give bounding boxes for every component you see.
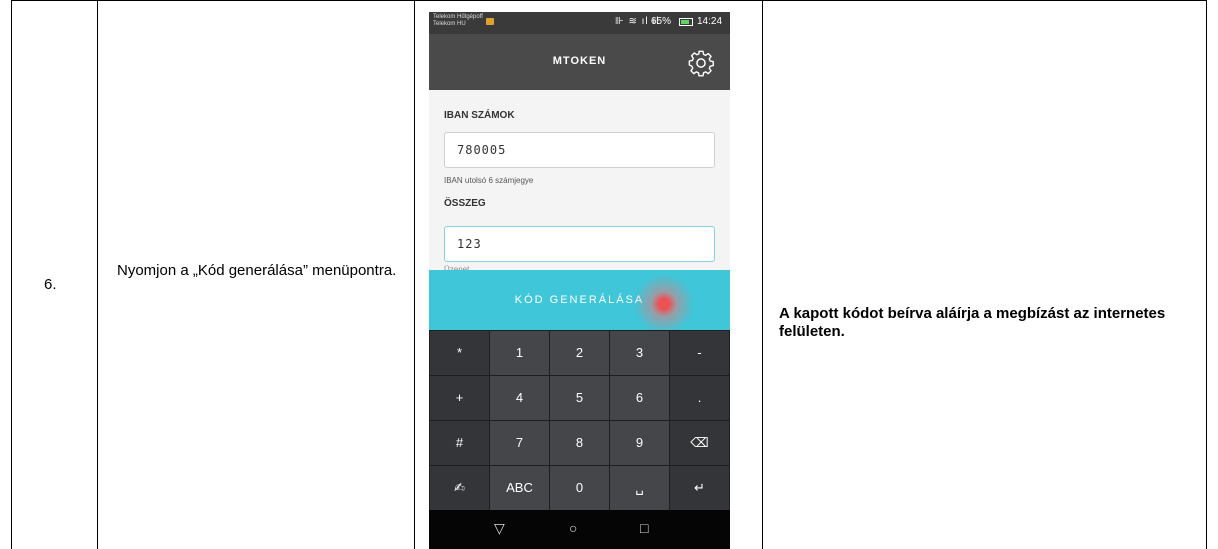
iban-hint: IBAN utolsó 6 számjegye	[444, 176, 534, 185]
app-title: MTOKEN	[552, 55, 607, 67]
table-border-col1	[97, 0, 98, 549]
key-1-4[interactable]: .	[670, 376, 729, 420]
iban-label: IBAN SZÁMOK	[444, 110, 515, 121]
key-3-2[interactable]: 0	[550, 466, 609, 510]
recents-icon[interactable]: □	[640, 520, 648, 536]
amount-label: ÖSSZEG	[444, 198, 486, 209]
key-0-0[interactable]: *	[430, 331, 489, 375]
carrier-name: Telekom Hűtgépoff Telekom HU	[433, 14, 483, 27]
status-time: 14:24	[697, 16, 723, 27]
phone-screenshot: Telekom Hűtgépoff Telekom HU ⊪ ≋ ıl ıl 6…	[429, 12, 730, 549]
amount-input[interactable]: 123	[444, 226, 715, 262]
back-icon[interactable]: ▽	[494, 520, 505, 537]
table-border-left	[11, 0, 12, 549]
iban-input[interactable]: 780005	[444, 132, 715, 168]
app-bar: MTOKEN	[429, 34, 730, 90]
key-1-1[interactable]: 4	[490, 376, 549, 420]
table-border-col3	[762, 0, 763, 549]
battery-percent: 65%	[651, 16, 672, 27]
table-border-col2	[414, 0, 415, 549]
touch-indicator	[634, 274, 694, 334]
gear-icon[interactable]	[687, 49, 715, 77]
step-number: 6.	[44, 276, 57, 293]
step-instruction: Nyomjon a „Kód generálása” menüpontra.	[117, 262, 397, 279]
notification-icon	[486, 18, 494, 25]
key-3-3[interactable]: ␣	[610, 466, 669, 510]
key-1-0[interactable]: +	[430, 376, 489, 420]
table-border-top	[11, 0, 1207, 1]
key-0-1[interactable]: 1	[490, 331, 549, 375]
key-2-0[interactable]: #	[430, 421, 489, 465]
key-0-4[interactable]: -	[670, 331, 729, 375]
battery-icon	[679, 18, 693, 26]
home-icon[interactable]: ○	[569, 520, 577, 536]
token-form: IBAN SZÁMOK 780005 IBAN utolsó 6 számjeg…	[429, 90, 730, 274]
status-bar: Telekom Hűtgépoff Telekom HU ⊪ ≋ ıl ıl 6…	[429, 12, 730, 34]
key-3-0[interactable]: ✍	[430, 466, 489, 510]
step-result: A kapott kódot beírva aláírja a megbízás…	[779, 305, 1166, 340]
table-border-right	[1206, 0, 1207, 549]
key-1-2[interactable]: 5	[550, 376, 609, 420]
key-3-1[interactable]: ABC	[490, 466, 549, 510]
key-2-4[interactable]: ⌫	[670, 421, 729, 465]
key-0-3[interactable]: 3	[610, 331, 669, 375]
key-2-2[interactable]: 8	[550, 421, 609, 465]
document-table-row: 6. Nyomjon a „Kód generálása” menüpontra…	[0, 0, 1218, 549]
key-2-3[interactable]: 9	[610, 421, 669, 465]
navigation-bar: ▽ ○ □	[429, 510, 730, 549]
key-0-2[interactable]: 2	[550, 331, 609, 375]
key-1-3[interactable]: 6	[610, 376, 669, 420]
key-2-1[interactable]: 7	[490, 421, 549, 465]
key-3-4[interactable]: ↵	[670, 466, 729, 510]
numeric-keyboard: * 1 2 3- +4 5 6. #7 8 9 ⌫ ✍ ABC 0 ␣ ↵	[429, 330, 730, 510]
